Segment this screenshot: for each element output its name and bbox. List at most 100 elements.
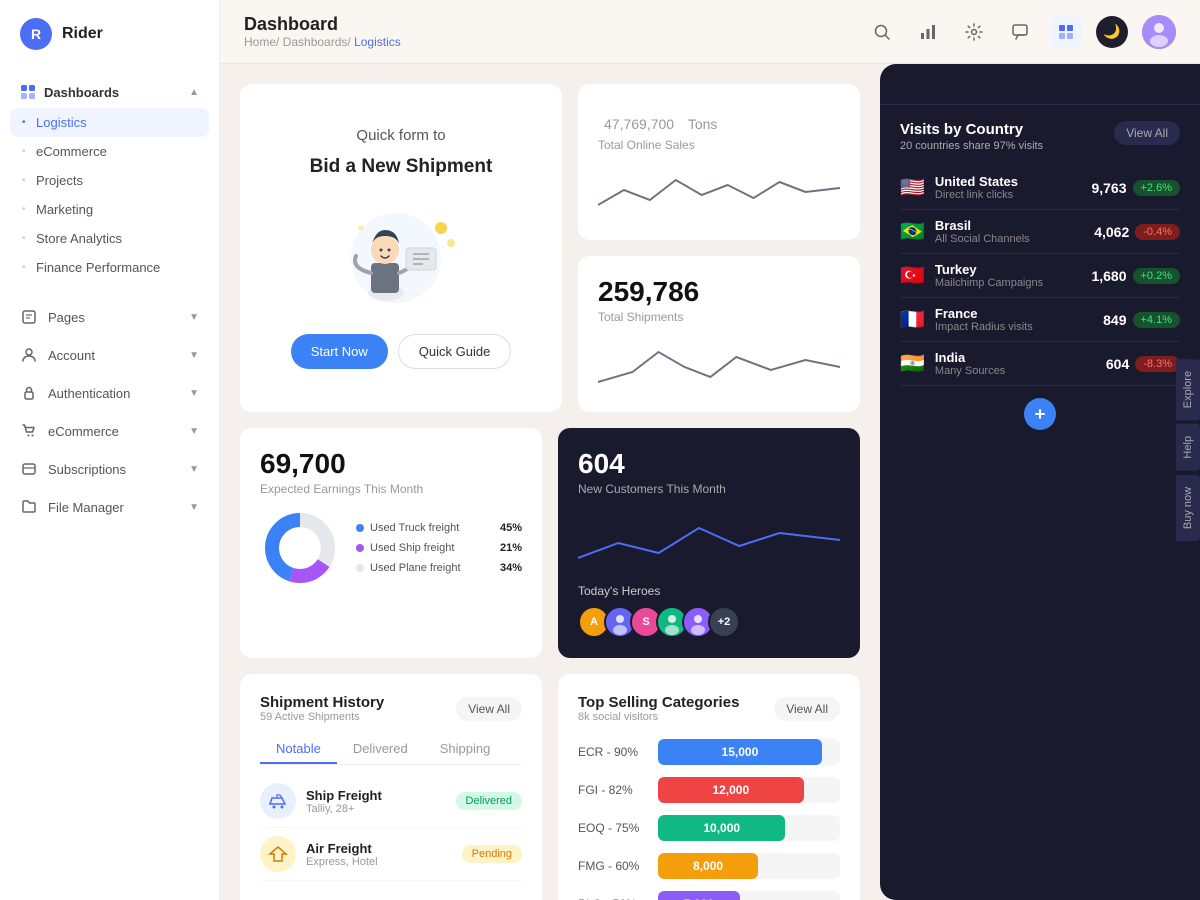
- bar-plg: PLG - 50% 7,000: [578, 891, 840, 900]
- ecommerce-chevron: ▼: [189, 426, 199, 437]
- load-more-button[interactable]: [1024, 398, 1056, 430]
- hero-avatar-more: +2: [708, 606, 740, 638]
- header-left: Dashboard Home/ Dashboards/ Logistics: [244, 14, 401, 49]
- shipment-history-title: Shipment History: [260, 694, 384, 711]
- ship-freight-info: Ship Freight Talliy, 28+: [306, 788, 446, 815]
- dark-mode-toggle[interactable]: 🌙: [1096, 16, 1128, 48]
- country-item-fr: 🇫🇷 France Impact Radius visits 849 +4.1%: [900, 298, 1180, 342]
- logo[interactable]: R Rider: [0, 0, 219, 68]
- hero-card: Quick form to Bid a New Shipment: [240, 84, 562, 412]
- shipment-view-all-button[interactable]: View All: [456, 697, 522, 721]
- tab-notable[interactable]: Notable: [260, 735, 337, 764]
- file-manager-icon: [20, 498, 38, 516]
- sidebar-item-logistics[interactable]: Logistics: [10, 108, 209, 137]
- sidebar-item-ecommerce2[interactable]: eCommerce ▼: [0, 412, 219, 450]
- settings-icon[interactable]: [958, 16, 990, 48]
- explore-tab[interactable]: Explore: [1176, 359, 1200, 420]
- dashboards-label: Dashboards: [44, 85, 119, 100]
- br-change: -0.4%: [1135, 224, 1180, 240]
- categories-subtitle: 8k social visitors: [578, 711, 739, 723]
- donut-container: Used Truck freight 45% Used Ship freight…: [260, 508, 522, 588]
- grid-icon[interactable]: [1050, 16, 1082, 48]
- customers-chart: [578, 508, 840, 568]
- sales-chart: [598, 160, 840, 220]
- shipment-tabs: Notable Delivered Shipping: [260, 735, 522, 765]
- sidebar-item-projects[interactable]: Projects: [0, 166, 219, 195]
- sidebar: R Rider Dashboards ▲ Logistics eCommerce…: [0, 0, 220, 900]
- chart-icon[interactable]: [912, 16, 944, 48]
- subscriptions-chevron: ▼: [189, 464, 199, 475]
- categories-bars: ECR - 90% 15,000 FGI - 82% 12,000: [578, 739, 840, 900]
- total-shipments-label: Total Shipments: [598, 310, 840, 324]
- sidebar-item-file-manager[interactable]: File Manager ▼: [0, 488, 219, 526]
- countries-list: 🇺🇸 United States Direct link clicks 9,76…: [900, 166, 1180, 386]
- categories-title: Top Selling Categories: [578, 694, 739, 711]
- in-flag: 🇮🇳: [900, 351, 925, 376]
- dashboards-group[interactable]: Dashboards ▲: [0, 76, 219, 108]
- air-freight-icon: [260, 836, 296, 872]
- visits-by-country: Visits by Country 20 countries share 97%…: [880, 105, 1200, 450]
- hero-buttons: Start Now Quick Guide: [291, 334, 512, 369]
- sidebar-item-pages[interactable]: Pages ▼: [0, 298, 219, 336]
- buy-now-tab[interactable]: Buy now: [1176, 475, 1200, 541]
- earnings-row: 69,700 Expected Earnings This Month: [240, 428, 860, 658]
- us-change: +2.6%: [1133, 180, 1181, 196]
- content: Quick form to Bid a New Shipment: [220, 64, 1200, 900]
- bottom-row: Shipment History 59 Active Shipments Vie…: [240, 674, 860, 900]
- ship-freight-icon: [260, 783, 296, 819]
- start-now-button[interactable]: Start Now: [291, 334, 388, 369]
- tab-delivered[interactable]: Delivered: [337, 735, 424, 764]
- bar-ecr: ECR - 90% 15,000: [578, 739, 840, 765]
- logo-icon: R: [20, 18, 52, 50]
- chat-icon[interactable]: [1004, 16, 1036, 48]
- logo-text: Rider: [62, 25, 103, 43]
- today-heroes: Today's Heroes A S: [578, 584, 840, 638]
- countries-view-all-button[interactable]: View All: [1114, 121, 1180, 145]
- countries-title: Visits by Country: [900, 121, 1043, 138]
- bar-fgi: FGI - 82% 12,000: [578, 777, 840, 803]
- donut-chart: [260, 508, 340, 588]
- shipment-status-badge: Delivered: [456, 792, 522, 810]
- user-avatar[interactable]: [1142, 15, 1176, 49]
- top-cards-row: Quick form to Bid a New Shipment: [240, 84, 860, 412]
- bar-fill-ecr: 15,000: [658, 739, 822, 765]
- table-row: Air Freight Express, Hotel Pending: [260, 828, 522, 881]
- shipment-history-card: Shipment History 59 Active Shipments Vie…: [240, 674, 542, 900]
- content-main: Quick form to Bid a New Shipment: [220, 64, 880, 900]
- bar-eoq: EOQ - 75% 10,000: [578, 815, 840, 841]
- quick-guide-button[interactable]: Quick Guide: [398, 334, 512, 369]
- total-shipments-card: 259,786 Total Shipments: [578, 256, 860, 412]
- sidebar-item-store-analytics[interactable]: Store Analytics: [0, 224, 219, 253]
- chevron-up-icon: ▲: [189, 87, 199, 98]
- total-sales-number: 47,769,700 Tons: [598, 104, 840, 136]
- sidebar-item-account[interactable]: Account ▼: [0, 336, 219, 374]
- header: Dashboard Home/ Dashboards/ Logistics: [220, 0, 1200, 64]
- tr-flag: 🇹🇷: [900, 263, 925, 288]
- sidebar-item-finance-performance[interactable]: Finance Performance: [0, 253, 219, 282]
- tab-shipping[interactable]: Shipping: [424, 735, 507, 764]
- country-item-tr: 🇹🇷 Turkey Mailchimp Campaigns 1,680 +0.2…: [900, 254, 1180, 298]
- bar-fmg: FMG - 60% 8,000: [578, 853, 840, 879]
- sidebar-item-ecommerce[interactable]: eCommerce: [0, 137, 219, 166]
- auth-icon: [20, 384, 38, 402]
- sidebar-item-subscriptions[interactable]: Subscriptions ▼: [0, 450, 219, 488]
- legend-item-truck: Used Truck freight 45%: [356, 522, 522, 534]
- side-tabs: Explore Help Buy now: [1176, 359, 1200, 541]
- search-icon[interactable]: [866, 16, 898, 48]
- categories-view-all-button[interactable]: View All: [774, 697, 840, 721]
- in-change: -8.3%: [1135, 356, 1180, 372]
- right-panel: Visits by Country 20 countries share 97%…: [880, 64, 1200, 900]
- countries-header: Visits by Country 20 countries share 97%…: [900, 121, 1180, 152]
- right-panel-top: [880, 64, 1200, 105]
- total-sales-card: 47,769,700 Tons Total Online Sales: [578, 84, 860, 240]
- earnings-card: 69,700 Expected Earnings This Month: [240, 428, 542, 658]
- file-manager-chevron: ▼: [189, 502, 199, 513]
- pages-icon: [20, 308, 38, 326]
- shipment-history-header: Shipment History 59 Active Shipments Vie…: [260, 694, 522, 723]
- fr-flag: 🇫🇷: [900, 307, 925, 332]
- auth-chevron: ▼: [189, 388, 199, 399]
- customers-number: 604: [578, 448, 840, 480]
- sidebar-item-marketing[interactable]: Marketing: [0, 195, 219, 224]
- sidebar-item-authentication[interactable]: Authentication ▼: [0, 374, 219, 412]
- help-tab[interactable]: Help: [1176, 424, 1200, 471]
